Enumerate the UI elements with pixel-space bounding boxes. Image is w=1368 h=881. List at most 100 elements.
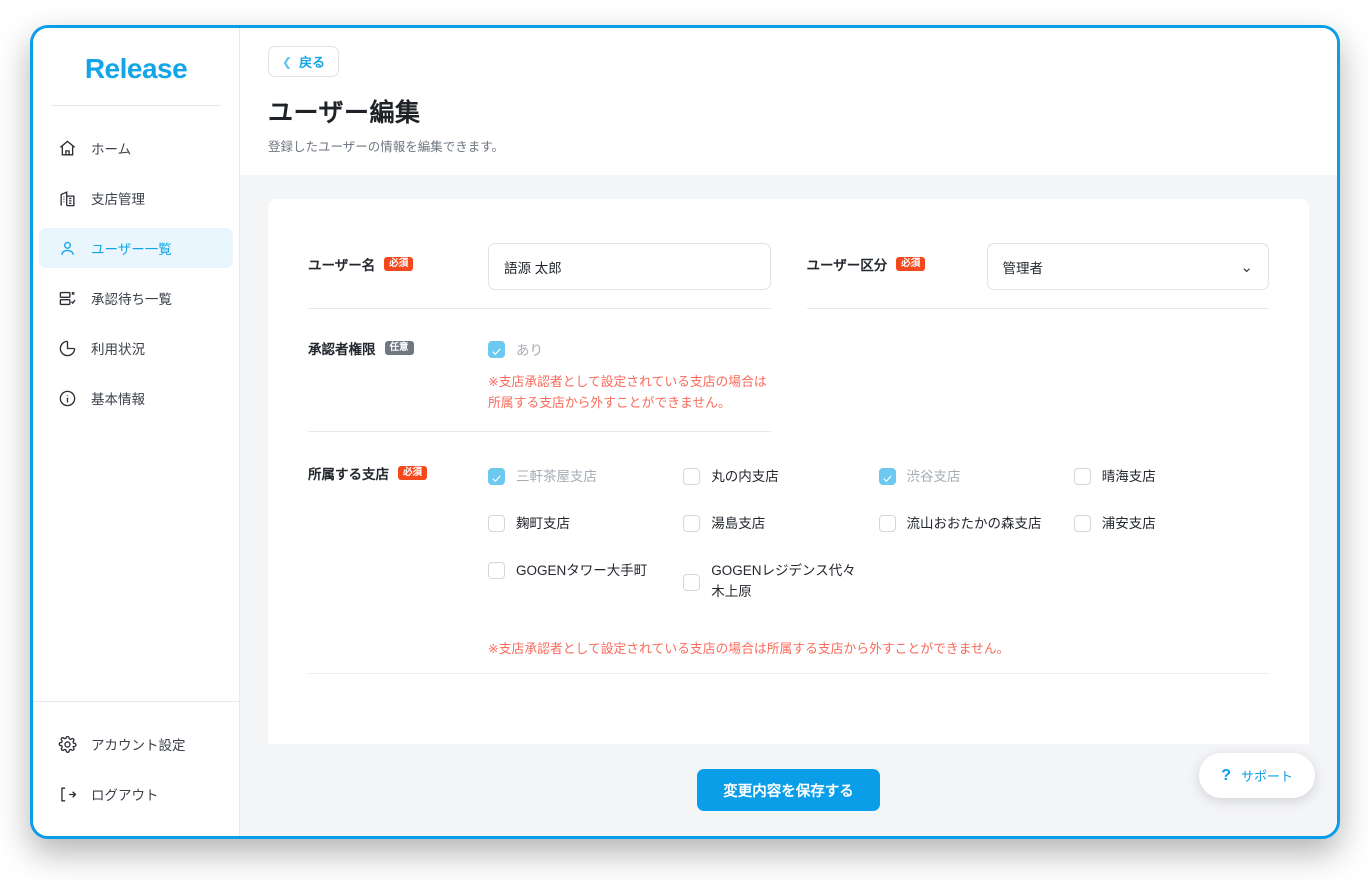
field-control-user-name: 語源 太郎 (488, 243, 771, 290)
sidebar-bottom-nav: アカウント設定 ログアウト (33, 701, 239, 824)
required-badge: 必須 (398, 465, 428, 481)
user-icon (57, 238, 77, 258)
sidebar-item-pending-approval[interactable]: 承認待ち一覧 (39, 278, 233, 318)
label-text: 承認者権限 (308, 342, 376, 357)
check-icon (882, 471, 893, 483)
branch-checkbox[interactable] (1073, 468, 1091, 486)
main-content: ❮ 戻る ユーザー編集 登録したユーザーの情報を編集できます。 ユーザー名 必須 (240, 28, 1337, 836)
branch-label: 渋谷支店 (906, 469, 961, 485)
form-col-right: ユーザー区分 必須 管理者 ⌄ (789, 225, 1288, 309)
user-type-selected-value: 管理者 (1002, 260, 1044, 276)
label-text: ユーザー名 (308, 258, 376, 273)
user-name-input[interactable]: 語源 太郎 (488, 243, 771, 290)
field-branches: 所属する支店 必須 三軒茶屋支店 丸の内支店 渋谷支店 晴海支店 麹町支店 湯島… (290, 432, 1287, 657)
branch-checkbox-item[interactable]: 丸の内支店 (683, 454, 878, 501)
branch-checkbox-item[interactable]: GOGENレジデンス代々木上原 (683, 548, 878, 616)
sidebar-item-usage-status[interactable]: 利用状況 (39, 328, 233, 368)
sidebar-item-account-settings[interactable]: アカウント設定 (39, 724, 233, 764)
branch-checkbox[interactable] (488, 468, 505, 486)
sidebar-item-home[interactable]: ホーム (39, 128, 233, 168)
branch-label: 晴海支店 (1101, 469, 1156, 485)
chevron-down-icon: ⌄ (1240, 258, 1253, 276)
branch-checkbox[interactable] (683, 573, 701, 591)
sidebar-item-label: ログアウト (91, 788, 159, 803)
sidebar-item-label: 支店管理 (91, 192, 145, 207)
branch-checkbox[interactable] (878, 515, 896, 533)
field-label-branches: 所属する支店 必須 (308, 450, 488, 483)
branch-checkbox[interactable] (683, 468, 701, 486)
approver-checkbox-row[interactable]: あり (488, 327, 771, 359)
branch-label: 湯島支店 (711, 516, 766, 532)
check-icon (491, 471, 502, 483)
sidebar-item-label: 利用状況 (91, 342, 145, 357)
info-icon (57, 388, 77, 408)
label-text: 所属する支店 (308, 467, 389, 483)
branch-label: 三軒茶屋支店 (516, 469, 597, 485)
question-mark-icon: ? (1221, 766, 1231, 784)
form-row-approver: 承認者権限 任意 あり ※支店承認者として設定されている支店の場合は所属する支店… (290, 309, 1287, 433)
branch-checkbox[interactable] (488, 562, 505, 580)
support-widget[interactable]: ? サポート (1199, 753, 1315, 798)
content-area: ユーザー名 必須 語源 太郎 ユーザー区分 必須 管理者 ⌄ 承認者権限 任意 … (240, 175, 1337, 744)
branch-checkbox-item[interactable]: 渋谷支店 (878, 454, 1074, 501)
optional-badge: 任意 (384, 340, 414, 356)
branch-checkbox-item[interactable]: 麹町支店 (488, 501, 683, 548)
sidebar-item-label: 基本情報 (91, 392, 145, 407)
approval-list-icon (57, 288, 77, 308)
user-edit-form-card: ユーザー名 必須 語源 太郎 ユーザー区分 必須 管理者 ⌄ 承認者権限 任意 … (268, 199, 1309, 744)
pie-chart-icon (57, 338, 77, 358)
back-button[interactable]: ❮ 戻る (268, 46, 340, 77)
form-col-left: 承認者権限 任意 あり ※支店承認者として設定されている支店の場合は所属する支店… (290, 309, 789, 433)
branch-checkbox-item[interactable]: 晴海支店 (1073, 454, 1269, 501)
branch-checkbox[interactable] (1073, 515, 1091, 533)
save-button[interactable]: 変更内容を保存する (697, 769, 880, 811)
footer-bar: 変更内容を保存する ? サポート (240, 744, 1337, 836)
branch-label: 浦安支店 (1101, 516, 1156, 532)
required-badge: 必須 (384, 256, 414, 272)
page-title: ユーザー編集 (268, 99, 421, 127)
branch-checkbox-item[interactable]: 三軒茶屋支店 (488, 454, 683, 501)
branch-checkbox[interactable] (683, 515, 701, 533)
form-col-left: ユーザー名 必須 語源 太郎 (290, 225, 789, 309)
approver-checkbox-label: あり (516, 343, 543, 358)
sidebar-nav-list: ホーム 支店管理 ユーザー一覧 承認待ち一覧 利用状況 基本情報 (33, 106, 239, 701)
sidebar-item-basic-info[interactable]: 基本情報 (39, 378, 233, 418)
sidebar-item-branch-management[interactable]: 支店管理 (39, 178, 233, 218)
field-label-approver: 承認者権限 任意 (308, 327, 488, 358)
form-bottom-divider (308, 672, 1269, 674)
approver-checkbox[interactable] (488, 340, 505, 358)
branch-label: 流山おおたかの森支店 (906, 516, 1042, 532)
page-header: ❮ 戻る ユーザー編集 登録したユーザーの情報を編集できます。 (240, 28, 1337, 175)
app-logo[interactable]: Release (51, 32, 221, 106)
branch-checkbox-item[interactable]: 流山おおたかの森支店 (878, 501, 1074, 548)
support-label: サポート (1240, 769, 1293, 784)
check-icon (491, 344, 502, 355)
branch-checkbox-item[interactable]: 湯島支店 (683, 501, 878, 548)
branch-checkbox[interactable] (878, 468, 896, 486)
sidebar-item-logout[interactable]: ログアウト (39, 774, 233, 814)
branch-checkbox[interactable] (488, 515, 505, 533)
required-badge: 必須 (896, 256, 926, 272)
gear-icon (57, 734, 77, 754)
label-text: ユーザー区分 (806, 258, 888, 273)
building-icon (57, 188, 77, 208)
sidebar-item-user-list[interactable]: ユーザー一覧 (39, 228, 233, 268)
field-label-user-type: ユーザー区分 必須 (807, 243, 987, 274)
field-user-name: ユーザー名 必須 語源 太郎 (308, 225, 771, 309)
logout-icon (57, 784, 77, 804)
branch-checkbox-item[interactable]: 浦安支店 (1073, 501, 1269, 548)
field-approver-permission: 承認者権限 任意 あり ※支店承認者として設定されている支店の場合は所属する支店… (308, 309, 771, 433)
sidebar: Release ホーム 支店管理 ユーザー一覧 承認待ち一覧 利用状況 基本情報… (33, 28, 240, 836)
page-subtitle: 登録したユーザーの情報を編集できます。 (268, 140, 505, 154)
approver-note: ※支店承認者として設定されている支店の場合は所属する支店から外すことができません… (488, 374, 767, 411)
sidebar-item-label: アカウント設定 (91, 738, 186, 753)
field-user-type: ユーザー区分 必須 管理者 ⌄ (806, 225, 1269, 309)
branch-label: 丸の内支店 (711, 469, 779, 485)
branch-checkbox-item[interactable]: GOGENタワー大手町 (488, 548, 683, 616)
user-type-select[interactable]: 管理者 ⌄ (986, 243, 1269, 290)
sidebar-item-label: 承認待ち一覧 (91, 292, 172, 307)
sidebar-item-label: ユーザー一覧 (91, 242, 172, 257)
branches-note: ※支店承認者として設定されている支店の場合は所属する支店から外すことができません… (488, 640, 1010, 656)
logo-text: Release (84, 52, 188, 84)
field-control-user-type: 管理者 ⌄ (986, 243, 1269, 290)
